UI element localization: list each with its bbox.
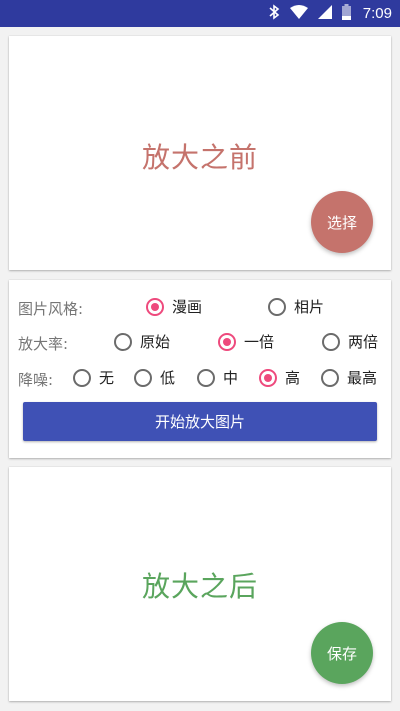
after-image-card: 放大之后 保存 bbox=[9, 467, 391, 701]
radio-button-icon[interactable] bbox=[134, 368, 152, 387]
save-image-button[interactable]: 保存 bbox=[311, 622, 373, 684]
style-label: 图片风格: bbox=[18, 300, 84, 318]
status-time: 7:09 bbox=[362, 5, 392, 22]
scale-label: 放大率: bbox=[18, 335, 69, 353]
radio-label: 高 bbox=[285, 369, 301, 387]
scale-option-1x[interactable]: 一倍 bbox=[218, 331, 274, 352]
noise-option-low[interactable]: 低 bbox=[134, 367, 175, 388]
style-option-photo[interactable]: 相片 bbox=[268, 296, 324, 317]
signal-icon bbox=[317, 4, 332, 23]
noise-option-max[interactable]: 最高 bbox=[321, 367, 377, 388]
radio-label: 最高 bbox=[347, 369, 378, 387]
radio-label: 原始 bbox=[140, 333, 171, 351]
radio-button-icon[interactable] bbox=[259, 368, 277, 387]
noise-option-none[interactable]: 无 bbox=[73, 367, 114, 388]
status-icons: 7:09 bbox=[268, 0, 392, 27]
wifi-icon bbox=[289, 4, 308, 23]
radio-button-icon[interactable] bbox=[322, 332, 340, 351]
radio-button-icon[interactable] bbox=[321, 368, 339, 387]
radio-label: 相片 bbox=[294, 298, 325, 316]
radio-label: 低 bbox=[160, 369, 176, 387]
battery-icon bbox=[341, 3, 351, 24]
radio-button-icon[interactable] bbox=[146, 297, 164, 316]
select-image-button[interactable]: 选择 bbox=[311, 191, 373, 253]
options-card: 图片风格: 漫画 相片 放大率: 原始 一倍 两倍 降噪: 无 低 中 高 最高 bbox=[9, 280, 391, 458]
before-placeholder-text: 放大之前 bbox=[141, 141, 258, 174]
status-bar: 7:09 bbox=[0, 0, 400, 27]
radio-label: 两倍 bbox=[348, 333, 379, 351]
start-upscale-button[interactable]: 开始放大图片 bbox=[23, 402, 377, 441]
after-placeholder-text: 放大之后 bbox=[141, 570, 258, 603]
radio-button-icon[interactable] bbox=[268, 297, 286, 316]
noise-option-high[interactable]: 高 bbox=[259, 367, 300, 388]
radio-label: 漫画 bbox=[172, 298, 203, 316]
radio-label: 无 bbox=[99, 369, 115, 387]
radio-button-icon[interactable] bbox=[218, 332, 236, 351]
radio-label: 中 bbox=[223, 369, 239, 387]
before-image-card: 放大之前 选择 bbox=[9, 36, 391, 270]
radio-label: 一倍 bbox=[244, 333, 275, 351]
scale-option-2x[interactable]: 两倍 bbox=[322, 331, 378, 352]
scale-option-original[interactable]: 原始 bbox=[114, 331, 170, 352]
style-option-manga[interactable]: 漫画 bbox=[146, 296, 202, 317]
radio-button-icon[interactable] bbox=[114, 332, 132, 351]
radio-button-icon[interactable] bbox=[73, 368, 91, 387]
noise-option-medium[interactable]: 中 bbox=[197, 367, 238, 388]
noise-label: 降噪: bbox=[18, 371, 54, 389]
radio-button-icon[interactable] bbox=[197, 368, 215, 387]
bluetooth-icon bbox=[268, 3, 280, 24]
